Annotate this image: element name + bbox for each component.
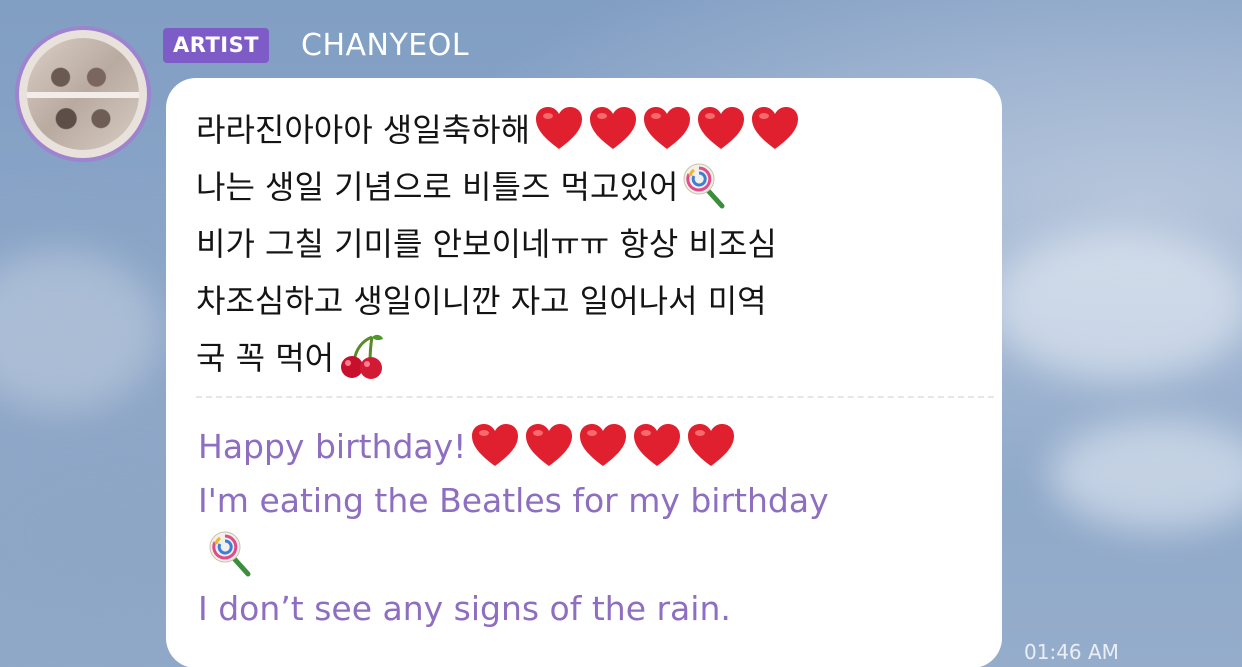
translation-line-text: I don’t see any signs of the rain. bbox=[198, 589, 731, 628]
cherries-icon bbox=[336, 331, 386, 381]
red-heart-icon bbox=[534, 105, 584, 151]
background-cloud bbox=[1050, 420, 1242, 530]
message-line: 나는 생일 기념으로 비틀즈 먹고있어 bbox=[196, 159, 986, 216]
translation-text: Happy birthday! I'm eating the Beatles f… bbox=[198, 420, 988, 636]
red-heart-icon bbox=[686, 422, 736, 468]
message-bubble[interactable]: 라라진아아아 생일축하해 나는 생일 기념으로 비틀즈 먹고있어 비가 그칠 기… bbox=[166, 78, 1002, 667]
lollipop-icon bbox=[206, 528, 252, 578]
avatar[interactable] bbox=[15, 26, 151, 162]
translation-divider bbox=[196, 396, 994, 398]
message-line: 비가 그칠 기미를 안보이네ㅠㅠ 항상 비조심 bbox=[196, 216, 986, 273]
avatar-collage-divider bbox=[27, 92, 139, 98]
background-cloud bbox=[990, 230, 1242, 380]
red-heart-icon bbox=[470, 422, 520, 468]
message-line: 라라진아아아 생일축하해 bbox=[196, 102, 986, 159]
artist-badge: ARTIST bbox=[163, 28, 270, 63]
red-heart-icon bbox=[750, 105, 800, 151]
message-text: 국 꼭 먹어 bbox=[196, 339, 335, 377]
translation-line bbox=[198, 528, 988, 582]
lollipop-icon bbox=[680, 160, 726, 210]
sender-name[interactable]: CHANYEOL bbox=[301, 26, 469, 66]
message-text: 라라진아아아 생일축하해 bbox=[196, 111, 531, 149]
translation-line: I don’t see any signs of the rain. bbox=[198, 582, 988, 636]
translation-line: I'm eating the Beatles for my birthday bbox=[198, 474, 988, 528]
translation-line: Happy birthday! bbox=[198, 420, 988, 474]
red-heart-icon bbox=[588, 105, 638, 151]
translation-line-text: I'm eating the Beatles for my birthday bbox=[198, 481, 829, 520]
red-heart-icon bbox=[696, 105, 746, 151]
message-timestamp: 01:46 AM bbox=[1024, 640, 1119, 664]
message-line: 차조심하고 생일이니깐 자고 일어나서 미역 bbox=[196, 273, 986, 330]
red-heart-icon bbox=[642, 105, 692, 151]
korean-message: 라라진아아아 생일축하해 나는 생일 기념으로 비틀즈 먹고있어 비가 그칠 기… bbox=[196, 102, 986, 387]
translation-line-text: Happy birthday! bbox=[198, 427, 467, 466]
message-text: 비가 그칠 기미를 안보이네ㅠㅠ 항상 비조심 bbox=[196, 225, 777, 263]
message-text: 차조심하고 생일이니깐 자고 일어나서 미역 bbox=[196, 282, 767, 320]
background-cloud bbox=[0, 250, 160, 410]
red-heart-icon bbox=[578, 422, 628, 468]
red-heart-icon bbox=[524, 422, 574, 468]
red-heart-icon bbox=[632, 422, 682, 468]
message-text: 나는 생일 기념으로 비틀즈 먹고있어 bbox=[196, 168, 679, 206]
message-line: 국 꼭 먹어 bbox=[196, 330, 986, 387]
